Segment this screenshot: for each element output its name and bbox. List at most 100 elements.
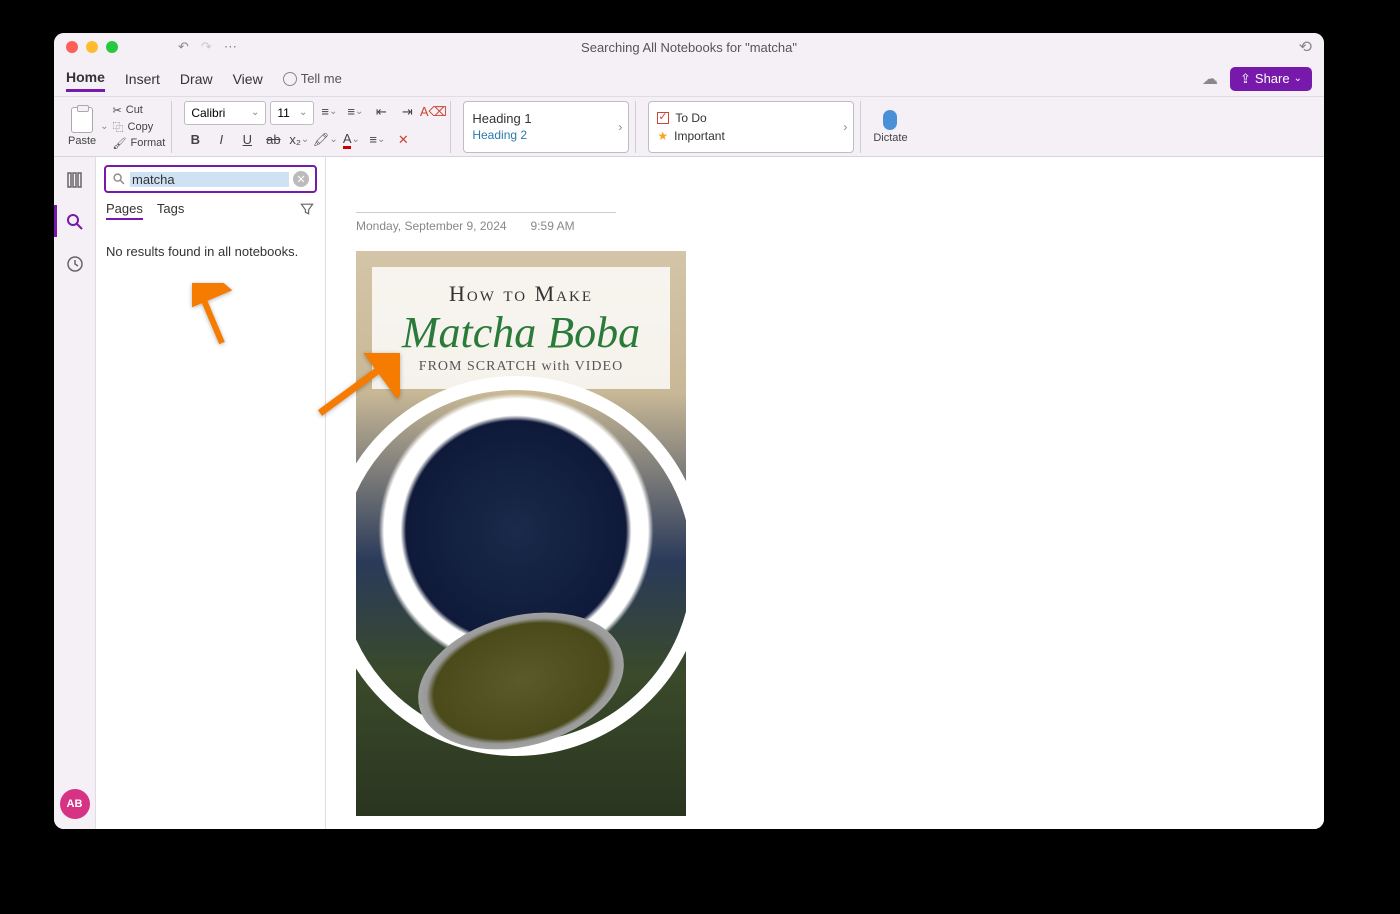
- image-title-1: How to Make: [382, 281, 660, 307]
- clear-format-button[interactable]: A⌫: [422, 101, 444, 123]
- format-painter-button[interactable]: 🖌 Format: [113, 137, 166, 150]
- tab-view[interactable]: View: [233, 67, 263, 91]
- search-tab-pages[interactable]: Pages: [106, 201, 143, 220]
- todo-tag: To Do: [657, 111, 845, 125]
- dictate-button[interactable]: Dictate: [873, 110, 907, 144]
- user-avatar[interactable]: AB: [60, 789, 90, 819]
- notebooks-icon[interactable]: [64, 169, 86, 191]
- highlight-button[interactable]: 🖍⌄: [314, 129, 336, 151]
- tell-me[interactable]: Tell me: [283, 71, 342, 86]
- window-title: Searching All Notebooks for "matcha": [581, 40, 797, 55]
- maximize-window-button[interactable]: [106, 41, 118, 53]
- more-icon[interactable]: ⋯: [224, 39, 237, 55]
- paste-button[interactable]: Paste: [68, 107, 96, 147]
- star-icon: ★: [657, 129, 668, 143]
- outdent-button[interactable]: ⇤: [370, 101, 392, 123]
- delete-button[interactable]: ✕: [392, 129, 414, 151]
- bullets-button[interactable]: ≡⌄: [318, 101, 340, 123]
- microphone-icon: [883, 110, 897, 130]
- note-title-input[interactable]: [356, 181, 616, 213]
- redo-icon[interactable]: ↷: [201, 39, 212, 55]
- numbering-button[interactable]: ≡⌄: [344, 101, 366, 123]
- font-size-value: 11: [277, 106, 289, 120]
- heading2-style: Heading 2: [472, 128, 620, 142]
- content-area: AB matcha ✕ Pages Tags No results found …: [54, 157, 1324, 829]
- todo-label: To Do: [675, 111, 706, 125]
- window-controls: [66, 41, 118, 53]
- italic-button[interactable]: I: [210, 129, 232, 151]
- clipboard-icon: [71, 107, 93, 133]
- app-window: ↶ ↷ ⋯ Searching All Notebooks for "match…: [54, 33, 1324, 829]
- chevron-down-icon[interactable]: ⌄: [100, 121, 108, 132]
- clear-search-button[interactable]: ✕: [293, 171, 309, 187]
- voice-group: Dictate: [867, 101, 913, 153]
- cut-button[interactable]: ✂ Cut: [113, 104, 166, 117]
- tell-me-label: Tell me: [301, 71, 342, 86]
- strike-button[interactable]: ab: [262, 129, 284, 151]
- subscript-button[interactable]: x₂⌄: [288, 129, 310, 151]
- titlebar: ↶ ↷ ⋯ Searching All Notebooks for "match…: [54, 33, 1324, 61]
- image-title-2: Matcha Boba: [382, 311, 660, 355]
- embedded-image[interactable]: How to Make Matcha Boba FROM SCRATCH wit…: [356, 251, 686, 816]
- note-page[interactable]: Monday, September 9, 2024 9:59 AM How to…: [326, 157, 1324, 829]
- font-name-select[interactable]: Calibri⌄: [184, 101, 266, 125]
- chevron-down-icon: ⌄: [1294, 73, 1302, 84]
- search-input[interactable]: matcha: [130, 172, 289, 187]
- important-label: Important: [674, 129, 725, 143]
- bulb-icon: [283, 72, 297, 86]
- font-name-value: Calibri: [191, 106, 225, 120]
- minimize-window-button[interactable]: [86, 41, 98, 53]
- note-date: Monday, September 9, 2024: [356, 219, 507, 233]
- format-label: Format: [131, 137, 166, 149]
- close-window-button[interactable]: [66, 41, 78, 53]
- filter-icon[interactable]: [299, 201, 315, 220]
- tab-insert[interactable]: Insert: [125, 67, 160, 91]
- scissors-icon: ✂: [113, 104, 122, 117]
- important-tag: ★ Important: [657, 129, 845, 143]
- cut-label: Cut: [126, 104, 143, 116]
- dictate-label: Dictate: [873, 132, 907, 144]
- image-text-overlay: How to Make Matcha Boba FROM SCRATCH wit…: [372, 267, 670, 389]
- left-rail: AB: [54, 157, 96, 829]
- font-group: Calibri⌄ 11⌄ ≡⌄ ≡⌄ ⇤ ⇥ A⌫ B I U ab x₂⌄ 🖍…: [178, 101, 451, 153]
- font-color-button[interactable]: A⌄: [340, 129, 362, 151]
- tab-home[interactable]: Home: [66, 65, 105, 92]
- image-title-3: FROM SCRATCH with VIDEO: [382, 359, 660, 375]
- tags-gallery[interactable]: To Do ★ Important: [648, 101, 854, 153]
- underline-button[interactable]: U: [236, 129, 258, 151]
- align-button[interactable]: ≡⌄: [366, 129, 388, 151]
- search-icon: [112, 172, 126, 186]
- copy-button[interactable]: ⿻Copy: [113, 119, 166, 135]
- ribbon: Paste ⌄ ✂ Cut ⿻Copy 🖌 Format Calibri⌄ 11⌄ …: [54, 97, 1324, 157]
- clipboard-group: Paste ⌄ ✂ Cut ⿻Copy 🖌 Format: [62, 101, 172, 153]
- styles-group: Heading 1 Heading 2: [457, 101, 636, 153]
- styles-gallery[interactable]: Heading 1 Heading 2: [463, 101, 629, 153]
- cloud-icon[interactable]: ☁: [1202, 69, 1218, 89]
- no-results-text: No results found in all notebooks.: [104, 244, 317, 259]
- search-tabs: Pages Tags: [104, 201, 317, 220]
- font-size-select[interactable]: 11⌄: [270, 101, 314, 125]
- paste-label: Paste: [68, 135, 96, 147]
- heading1-style: Heading 1: [472, 111, 620, 126]
- search-panel: matcha ✕ Pages Tags No results found in …: [96, 157, 326, 829]
- search-icon[interactable]: [64, 211, 86, 233]
- brush-icon: 🖌: [113, 137, 127, 150]
- search-box[interactable]: matcha ✕: [104, 165, 317, 193]
- recent-icon[interactable]: [64, 253, 86, 275]
- undo-icon[interactable]: ↶: [178, 39, 189, 55]
- ribbon-tabs: Home Insert Draw View Tell me ☁ ⇪ Share …: [54, 61, 1324, 97]
- share-button[interactable]: ⇪ Share ⌄: [1230, 67, 1312, 91]
- share-label: Share: [1255, 71, 1290, 86]
- note-metadata: Monday, September 9, 2024 9:59 AM: [356, 219, 1294, 233]
- tab-draw[interactable]: Draw: [180, 67, 213, 91]
- checkbox-icon: [657, 112, 669, 124]
- note-time: 9:59 AM: [531, 219, 575, 233]
- bold-button[interactable]: B: [184, 129, 206, 151]
- sync-icon[interactable]: ⟲: [1299, 37, 1312, 57]
- copy-icon: ⿻: [113, 119, 124, 135]
- search-tab-tags[interactable]: Tags: [157, 201, 184, 220]
- indent-button[interactable]: ⇥: [396, 101, 418, 123]
- quick-access: ↶ ↷ ⋯: [178, 39, 237, 55]
- tags-group: To Do ★ Important: [642, 101, 861, 153]
- share-icon: ⇪: [1240, 71, 1251, 87]
